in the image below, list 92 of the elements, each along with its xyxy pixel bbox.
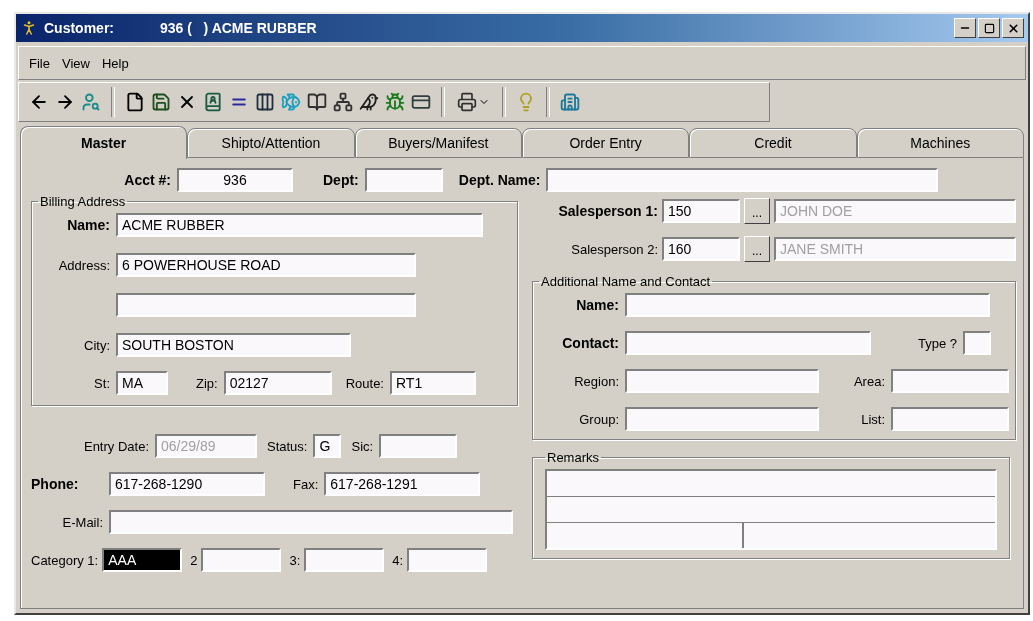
field-label: 2 — [190, 552, 198, 568]
close-button[interactable] — [1002, 18, 1024, 38]
field-label: Phone: — [31, 476, 80, 492]
field-label: Type ? — [916, 335, 957, 351]
tab[interactable]: Order Entry — [522, 128, 690, 158]
minimize-button[interactable] — [954, 18, 976, 38]
field-label: Contact: — [561, 335, 619, 351]
input-field[interactable] — [116, 293, 416, 317]
field-label: E-Mail: — [61, 514, 103, 530]
input-field[interactable] — [364, 168, 443, 192]
tab[interactable]: Shipto/Attention — [187, 128, 355, 158]
input-field[interactable] — [891, 369, 1009, 393]
menu-item[interactable]: File — [29, 55, 50, 71]
close-icon — [1006, 21, 1020, 35]
new-document-icon[interactable] — [125, 92, 145, 112]
field-label: Address: — [57, 257, 110, 273]
tab[interactable]: Credit — [689, 128, 857, 158]
input-field[interactable]: 6 POWERHOUSE ROAD — [116, 253, 416, 277]
field-label: 4: — [392, 552, 404, 568]
input-field[interactable]: 936 — [177, 168, 293, 192]
field-label: Name: — [575, 297, 619, 313]
input-field[interactable]: 02127 — [223, 371, 332, 395]
field-label: Name: — [66, 217, 110, 233]
menu-item[interactable]: Help — [101, 55, 129, 71]
group-title: Additional Name and Contact — [540, 274, 712, 289]
tab[interactable]: Master — [20, 126, 188, 159]
building-icon[interactable] — [560, 92, 580, 112]
fish-icon[interactable] — [281, 92, 301, 112]
field-label: Salesperson 1: — [557, 203, 658, 219]
card-icon[interactable] — [411, 92, 431, 112]
bird-icon[interactable] — [359, 92, 379, 112]
printer-icon — [457, 92, 477, 112]
save-icon[interactable] — [151, 92, 171, 112]
input-field[interactable]: RT1 — [390, 371, 476, 395]
input-field[interactable] — [963, 331, 991, 355]
input-field[interactable]: 617-268-1290 — [109, 472, 265, 496]
field-label: Salesperson 2: — [570, 241, 658, 257]
field-label: 3: — [289, 552, 301, 568]
field-label: Route: — [345, 375, 384, 391]
field-label: Group: — [578, 411, 619, 427]
field-label: Sic: — [351, 438, 374, 454]
input-field[interactable]: ACME RUBBER — [116, 213, 483, 237]
window-record: 936 ( ) ACME RUBBER — [160, 20, 317, 36]
field-label: Area: — [852, 373, 885, 389]
tab[interactable]: Machines — [856, 128, 1024, 158]
field-label: St: — [93, 375, 110, 391]
input-field[interactable] — [625, 369, 819, 393]
input-field[interactable] — [109, 510, 513, 534]
input-field[interactable]: SOUTH BOSTON — [116, 333, 351, 357]
field-label: Acct #: — [123, 172, 171, 188]
input-field[interactable] — [891, 407, 1009, 431]
input-field[interactable] — [407, 548, 488, 572]
input-field[interactable] — [625, 407, 819, 431]
input-field[interactable] — [379, 434, 458, 458]
input-field[interactable]: MA — [116, 371, 168, 395]
input-field[interactable] — [625, 331, 871, 355]
field-label: Fax: — [293, 476, 319, 492]
input-field[interactable]: G — [313, 434, 342, 458]
input-field[interactable]: 617-268-1291 — [324, 472, 481, 496]
field-label: List: — [860, 411, 885, 427]
maximize-button[interactable] — [978, 18, 1000, 38]
open-book-icon[interactable] — [307, 92, 327, 112]
forward-arrow-icon[interactable] — [55, 92, 75, 112]
remarks-field[interactable] — [545, 469, 997, 550]
window-title: Customer: — [44, 20, 114, 36]
input-field[interactable]: AAA — [102, 548, 183, 572]
columns-icon[interactable] — [255, 92, 275, 112]
input-field[interactable] — [546, 168, 939, 192]
field-label: Dept. Name: — [458, 172, 541, 188]
field-label: Category 1: — [31, 552, 99, 568]
network-icon[interactable] — [333, 92, 353, 112]
group-title: Billing Address — [39, 194, 127, 209]
field-label: Dept: — [323, 172, 359, 188]
lookup-button[interactable]: ... — [744, 198, 770, 224]
field-label: Region: — [573, 373, 619, 389]
field-label: City: — [83, 337, 110, 353]
input-field[interactable]: 160 — [662, 237, 740, 261]
find-person-icon[interactable] — [81, 92, 101, 112]
input-field[interactable] — [625, 293, 990, 317]
menu-item[interactable]: View — [61, 55, 90, 71]
group-title: Remarks — [546, 450, 600, 465]
lookup-button[interactable]: ... — [744, 236, 770, 262]
field-label: Zip: — [196, 375, 218, 391]
bug-icon[interactable] — [385, 92, 405, 112]
input-field[interactable] — [201, 548, 282, 572]
maximize-icon — [983, 22, 995, 34]
contact-book-icon[interactable] — [203, 92, 223, 112]
input-field[interactable] — [304, 548, 385, 572]
field-label: Status: — [267, 438, 308, 454]
field-label: Entry Date: — [82, 438, 149, 454]
input-field[interactable]: 150 — [662, 199, 740, 223]
tab[interactable]: Buyers/Manifest — [354, 128, 522, 158]
